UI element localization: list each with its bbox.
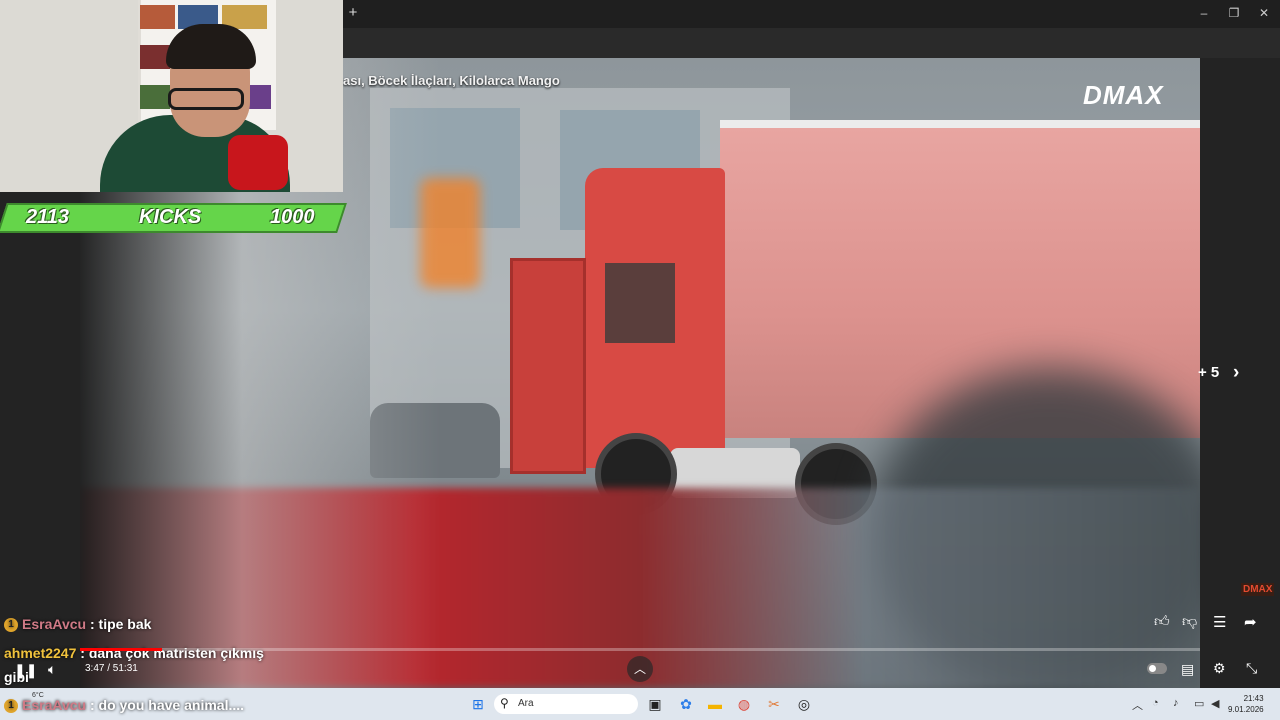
clock-time: 21:43 <box>1243 694 1264 703</box>
chevron-up-icon[interactable]: ︿ <box>627 656 653 682</box>
chat-separator: : <box>86 697 99 713</box>
progress-played <box>80 648 162 651</box>
kicks-current-count: 2113 <box>26 206 70 228</box>
truck-door <box>510 258 586 474</box>
video-progress-bar[interactable] <box>80 648 1200 651</box>
copilot-icon[interactable]: ✿ <box>676 694 696 714</box>
kicks-goal-count: 1000 <box>270 206 315 228</box>
taskbar-search[interactable]: Ara <box>494 694 638 714</box>
time-display: 3:47 / 51:31 <box>85 663 138 674</box>
chat-separator: : <box>86 616 99 632</box>
chrome-icon[interactable]: ◍ <box>734 694 754 714</box>
file-explorer-icon[interactable]: ▬ <box>705 694 725 714</box>
autoplay-toggle[interactable] <box>1147 663 1167 674</box>
close-button[interactable]: ✕ <box>1254 4 1274 22</box>
kicks-label: KICKS <box>139 206 202 228</box>
video-title[interactable]: ası, Böcek İlaçları, Kilolarca Mango <box>343 73 560 88</box>
minimize-button[interactable]: – <box>1194 4 1214 22</box>
like-icon[interactable]: 👍︎ <box>1154 613 1170 631</box>
chat-username: ahmet2247 <box>4 645 77 661</box>
share-icon[interactable]: ➦ <box>1244 613 1257 631</box>
truck-window <box>605 263 675 343</box>
subtitles-icon[interactable]: ▤ <box>1181 661 1194 678</box>
book <box>140 85 170 109</box>
chat-text: do you have animal.... <box>98 697 245 713</box>
task-view-icon[interactable]: ▣ <box>645 694 665 714</box>
microphone <box>228 135 288 190</box>
chat-username: EsraAvcu <box>22 616 87 632</box>
chat-text: tipe bak <box>98 616 152 632</box>
settings-gear-icon[interactable]: ⚙ <box>1213 660 1226 677</box>
volume-icon[interactable]: 🔈︎ <box>48 661 56 678</box>
webcam-overlay <box>0 0 343 192</box>
next-arrow-icon[interactable]: › <box>1233 362 1239 384</box>
obs-icon[interactable]: ◎ <box>794 694 814 714</box>
taskbar-clock[interactable]: 21:43 9.01.2026 <box>1228 693 1264 715</box>
more-videos-count[interactable]: + 5 <box>1198 364 1219 381</box>
glasses <box>168 88 244 110</box>
speaker-icon[interactable]: ◀ <box>1211 697 1219 710</box>
chat-message: 1 EsraAvcu : tipe bak <box>4 616 152 633</box>
search-icon: ⚲ <box>500 696 509 710</box>
new-tab-button[interactable]: + <box>346 4 360 22</box>
dislike-icon[interactable]: 👎︎ <box>1182 613 1197 631</box>
pause-icon[interactable]: ❚❚ <box>14 662 37 679</box>
microphone-icon[interactable]: ♪ <box>1173 697 1179 709</box>
network-status-icon[interactable]: ◔ <box>1152 697 1159 709</box>
display-icon[interactable]: ▭ <box>1194 697 1204 710</box>
chat-username: EsraAvcu <box>22 697 87 713</box>
book <box>140 5 175 29</box>
windows-start-icon[interactable]: ⊞ <box>468 694 488 714</box>
clock-date: 9.01.2026 <box>1228 705 1264 714</box>
subscriber-badge-icon: 1 <box>4 618 18 633</box>
comment-icon[interactable]: ☰ <box>1213 613 1226 631</box>
chat-message: 1 EsraAvcu : do you have animal.... <box>4 697 245 714</box>
tray-overflow-icon[interactable]: ︿ <box>1132 697 1143 713</box>
dmax-logo: DMAX <box>1083 80 1164 110</box>
exit-fullscreen-icon[interactable]: ⤡ <box>1246 660 1257 677</box>
snipping-tool-icon[interactable]: ✂ <box>764 694 784 714</box>
subscriber-badge-icon: 1 <box>4 699 18 714</box>
channel-watermark[interactable]: DMAX <box>1241 583 1275 596</box>
restore-button[interactable]: ❐ <box>1224 4 1244 22</box>
